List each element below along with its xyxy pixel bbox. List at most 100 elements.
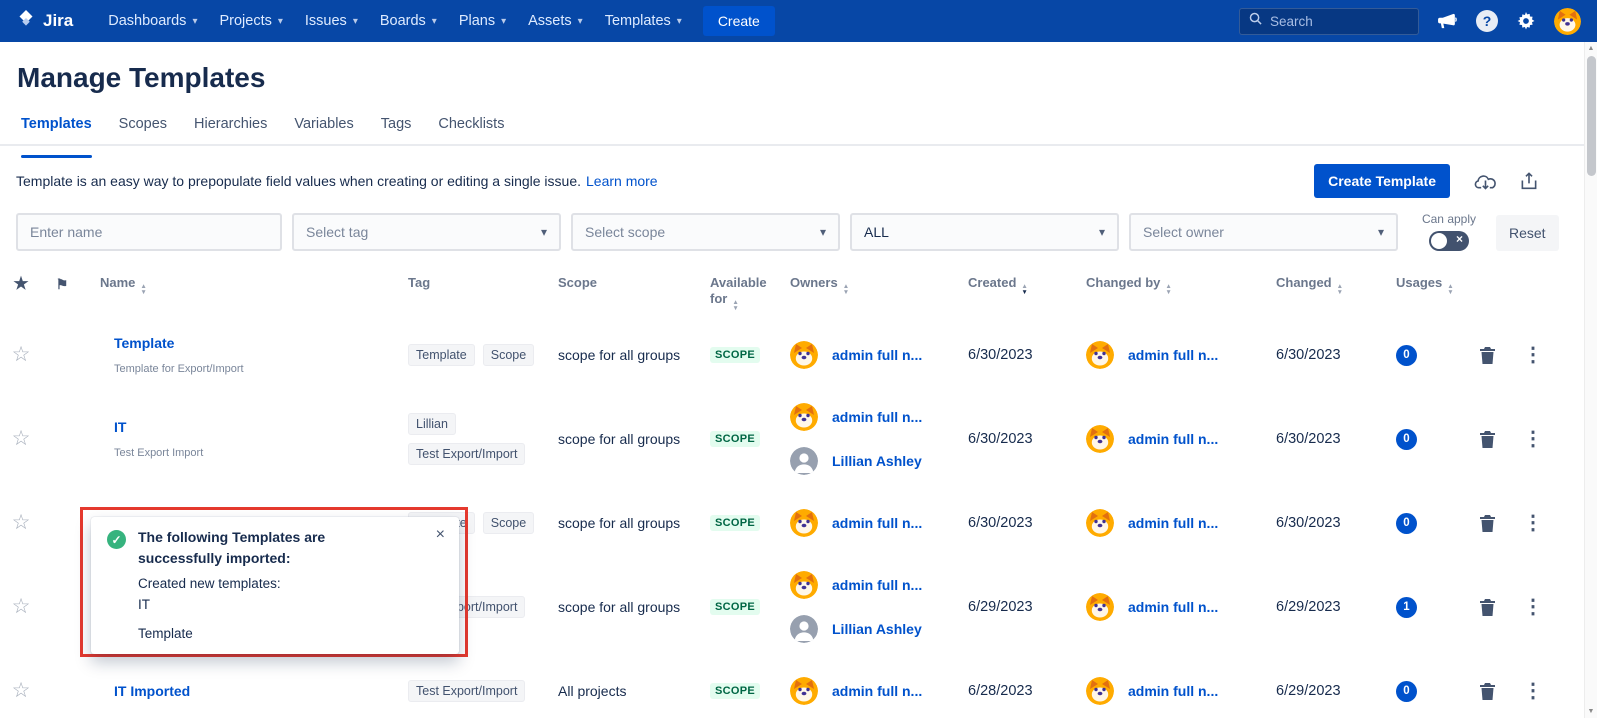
create-template-button[interactable]: Create Template [1314,164,1450,198]
favorite-star-icon[interactable]: ☆ [12,429,31,449]
flag-column-icon[interactable]: ⚑ [56,276,69,292]
tab-tags[interactable]: Tags [381,116,412,144]
favorite-star-icon[interactable]: ☆ [12,597,31,617]
created-date: 6/29/2023 [968,599,1033,615]
chevron-down-icon: ▾ [501,16,506,27]
help-icon[interactable]: ? [1476,10,1498,32]
nav-item-projects[interactable]: Projects▾ [208,0,293,42]
column-header-usages[interactable]: Usages▲▼ [1378,275,1454,295]
search-input[interactable] [1270,14,1409,29]
sort-icon: ▲▼ [1337,284,1343,295]
usage-count-badge[interactable]: 0 [1396,345,1417,366]
favorite-star-icon[interactable]: ☆ [12,345,31,365]
usage-count-badge[interactable]: 0 [1396,681,1417,702]
column-header-name[interactable]: Name▲▼ [82,275,390,295]
column-header-created[interactable]: Created▲▼ [950,275,1068,295]
nav-item-dashboards[interactable]: Dashboards▾ [97,0,208,42]
column-header-tag[interactable]: Tag [390,275,540,291]
changed-by-link[interactable]: admin full n... [1128,599,1218,615]
owner-link[interactable]: admin full n... [832,515,922,531]
scope-badge: SCOPE [710,683,760,699]
export-icon[interactable] [1521,172,1537,190]
usage-count-badge[interactable]: 0 [1396,513,1417,534]
owner-link[interactable]: Lillian Ashley [832,453,922,469]
scroll-down-arrow[interactable]: ▼ [1588,705,1595,718]
owner-filter-select[interactable]: Select owner ▾ [1129,213,1398,251]
tab-hierarchies[interactable]: Hierarchies [194,116,267,144]
nav-item-assets[interactable]: Assets▾ [517,0,594,42]
changed-date: 6/30/2023 [1276,347,1341,363]
tab-templates[interactable]: Templates [21,116,92,144]
column-header-available-for[interactable]: Available for▲▼ [692,275,772,311]
owner-link[interactable]: admin full n... [832,409,922,425]
created-date: 6/28/2023 [968,683,1033,699]
changed-by-link[interactable]: admin full n... [1128,683,1218,699]
global-search[interactable] [1239,8,1419,35]
column-header-changed-by[interactable]: Changed by▲▼ [1068,275,1258,295]
delete-icon[interactable] [1480,599,1495,616]
chevron-down-icon: ▾ [278,16,283,27]
name-filter-input[interactable] [16,213,282,251]
owner-link[interactable]: admin full n... [832,577,922,593]
reset-button[interactable]: Reset [1496,215,1559,251]
column-header-scope[interactable]: Scope [540,275,692,291]
more-actions-icon[interactable]: ⋮ [1523,514,1543,532]
template-name-link[interactable]: IT [114,419,126,435]
user-avatar[interactable] [1554,8,1581,35]
learn-more-link[interactable]: Learn more [586,173,658,189]
delete-icon[interactable] [1480,683,1495,700]
scroll-up-arrow[interactable]: ▲ [1588,42,1595,55]
sort-icon: ▲▼ [843,284,849,295]
column-header-owners[interactable]: Owners▲▼ [772,275,950,295]
jira-logo[interactable]: Jira [16,9,73,34]
scrollbar-thumb[interactable] [1587,56,1596,176]
available-for-filter-select[interactable]: ALL ▾ [850,213,1119,251]
jira-brand-label: Jira [43,11,73,31]
template-name-link[interactable]: IT Imported [114,683,190,699]
scope-filter-select[interactable]: Select scope ▾ [571,213,840,251]
usage-count-badge[interactable]: 0 [1396,429,1417,450]
more-actions-icon[interactable]: ⋮ [1523,682,1543,700]
owner-link[interactable]: Lillian Ashley [832,621,922,637]
favorite-star-icon[interactable]: ☆ [12,513,31,533]
import-cloud-download-icon[interactable] [1474,173,1497,190]
tag-lozenge: Scope [483,512,534,534]
chevron-down-icon: ▾ [820,225,826,239]
tab-checklists[interactable]: Checklists [438,116,504,144]
vertical-scrollbar[interactable]: ▲ ▼ [1584,42,1597,718]
close-icon[interactable]: × [436,527,445,543]
settings-gear-icon[interactable] [1517,12,1535,30]
nav-item-boards[interactable]: Boards▾ [369,0,448,42]
nav-item-plans[interactable]: Plans▾ [448,0,517,42]
user-avatar [790,615,818,643]
changed-by-link[interactable]: admin full n... [1128,515,1218,531]
more-actions-icon[interactable]: ⋮ [1523,346,1543,364]
delete-icon[interactable] [1480,431,1495,448]
column-header-changed[interactable]: Changed▲▼ [1258,275,1378,295]
more-actions-icon[interactable]: ⋮ [1523,430,1543,448]
changed-by-link[interactable]: admin full n... [1128,431,1218,447]
user-avatar [790,403,818,431]
more-actions-icon[interactable]: ⋮ [1523,598,1543,616]
can-apply-filter: Can apply × [1416,212,1482,251]
announcements-megaphone-icon[interactable] [1438,13,1457,30]
tab-scopes[interactable]: Scopes [119,116,167,144]
tab-variables[interactable]: Variables [294,116,353,144]
tag-filter-select[interactable]: Select tag ▾ [292,213,561,251]
changed-by-link[interactable]: admin full n... [1128,347,1218,363]
template-name-link[interactable]: Template [114,335,174,351]
can-apply-toggle[interactable]: × [1429,231,1469,251]
nav-item-templates[interactable]: Templates▾ [594,0,693,42]
owner-link[interactable]: admin full n... [832,683,922,699]
owner-link[interactable]: admin full n... [832,347,922,363]
favorite-star-icon[interactable]: ☆ [12,681,31,701]
created-date: 6/30/2023 [968,347,1033,363]
favorites-column-icon[interactable]: ★ [13,276,28,292]
intro-text: Template is an easy way to prepopulate f… [16,173,581,189]
delete-icon[interactable] [1480,515,1495,532]
delete-icon[interactable] [1480,347,1495,364]
nav-item-issues[interactable]: Issues▾ [294,0,369,42]
usage-count-badge[interactable]: 1 [1396,597,1417,618]
tab-bar: Templates Scopes Hierarchies Variables T… [0,116,1597,146]
create-button[interactable]: Create [703,6,775,36]
